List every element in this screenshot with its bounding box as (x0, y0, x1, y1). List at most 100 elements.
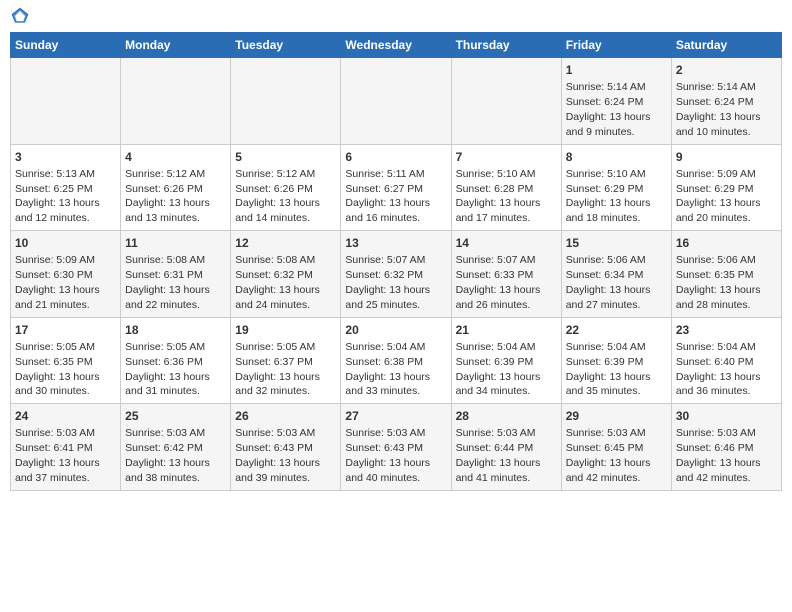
day-info: Sunrise: 5:06 AM Sunset: 6:35 PM Dayligh… (676, 254, 761, 311)
weekday-header-tuesday: Tuesday (231, 33, 341, 58)
day-number: 28 (456, 408, 557, 424)
weekday-header-friday: Friday (561, 33, 671, 58)
day-number: 29 (566, 408, 667, 424)
day-number: 16 (676, 235, 777, 251)
day-number: 5 (235, 149, 336, 165)
day-cell: 1Sunrise: 5:14 AM Sunset: 6:24 PM Daylig… (561, 58, 671, 145)
day-number: 22 (566, 322, 667, 338)
day-info: Sunrise: 5:14 AM Sunset: 6:24 PM Dayligh… (676, 81, 761, 138)
day-cell: 12 Sunrise: 5:08 AM Sunset: 6:32 PM Dayli… (231, 231, 341, 318)
day-cell: 4 Sunrise: 5:12 AM Sunset: 6:26 PM Daylig… (121, 144, 231, 231)
day-cell: 7 Sunrise: 5:10 AM Sunset: 6:28 PM Daylig… (451, 144, 561, 231)
logo (10, 10, 32, 26)
weekday-header-monday: Monday (121, 33, 231, 58)
day-info: Sunrise: 5:04 AM Sunset: 6:38 PM Dayligh… (345, 341, 430, 398)
day-number: 10 (15, 235, 116, 251)
day-info: Sunrise: 5:07 AM Sunset: 6:33 PM Dayligh… (456, 254, 541, 311)
day-number: 2 (676, 62, 777, 78)
day-cell (341, 58, 451, 145)
day-info: Sunrise: 5:07 AM Sunset: 6:32 PM Dayligh… (345, 254, 430, 311)
day-info: Sunrise: 5:08 AM Sunset: 6:32 PM Dayligh… (235, 254, 320, 311)
day-cell: 28 Sunrise: 5:03 AM Sunset: 6:44 PM Dayli… (451, 404, 561, 491)
day-cell: 6 Sunrise: 5:11 AM Sunset: 6:27 PM Daylig… (341, 144, 451, 231)
day-info: Sunrise: 5:12 AM Sunset: 6:26 PM Dayligh… (235, 168, 320, 225)
weekday-header-thursday: Thursday (451, 33, 561, 58)
day-cell: 8 Sunrise: 5:10 AM Sunset: 6:29 PM Daylig… (561, 144, 671, 231)
logo-icon (10, 6, 30, 26)
day-number: 17 (15, 322, 116, 338)
day-info: Sunrise: 5:03 AM Sunset: 6:44 PM Dayligh… (456, 427, 541, 484)
day-info: Sunrise: 5:10 AM Sunset: 6:28 PM Dayligh… (456, 168, 541, 225)
day-info: Sunrise: 5:06 AM Sunset: 6:34 PM Dayligh… (566, 254, 651, 311)
day-cell: 20 Sunrise: 5:04 AM Sunset: 6:38 PM Dayli… (341, 317, 451, 404)
day-cell: 5 Sunrise: 5:12 AM Sunset: 6:26 PM Daylig… (231, 144, 341, 231)
day-info: Sunrise: 5:11 AM Sunset: 6:27 PM Dayligh… (345, 168, 430, 225)
day-number: 18 (125, 322, 226, 338)
day-cell (451, 58, 561, 145)
day-info: Sunrise: 5:12 AM Sunset: 6:26 PM Dayligh… (125, 168, 210, 225)
day-info: Sunrise: 5:13 AM Sunset: 6:25 PM Dayligh… (15, 168, 100, 225)
day-info: Sunrise: 5:04 AM Sunset: 6:39 PM Dayligh… (566, 341, 651, 398)
weekday-header-sunday: Sunday (11, 33, 121, 58)
day-number: 20 (345, 322, 446, 338)
day-cell: 24Sunrise: 5:03 AM Sunset: 6:41 PM Dayli… (11, 404, 121, 491)
day-cell: 29Sunrise: 5:03 AM Sunset: 6:45 PM Dayli… (561, 404, 671, 491)
day-info: Sunrise: 5:10 AM Sunset: 6:29 PM Dayligh… (566, 168, 651, 225)
week-row-4: 17Sunrise: 5:05 AM Sunset: 6:35 PM Dayli… (11, 317, 782, 404)
week-row-2: 3 Sunrise: 5:13 AM Sunset: 6:25 PM Daylig… (11, 144, 782, 231)
day-number: 24 (15, 408, 116, 424)
day-info: Sunrise: 5:05 AM Sunset: 6:37 PM Dayligh… (235, 341, 320, 398)
day-number: 15 (566, 235, 667, 251)
week-row-3: 10Sunrise: 5:09 AM Sunset: 6:30 PM Dayli… (11, 231, 782, 318)
day-info: Sunrise: 5:03 AM Sunset: 6:46 PM Dayligh… (676, 427, 761, 484)
day-number: 11 (125, 235, 226, 251)
day-cell: 23Sunrise: 5:04 AM Sunset: 6:40 PM Dayli… (671, 317, 781, 404)
day-info: Sunrise: 5:03 AM Sunset: 6:43 PM Dayligh… (235, 427, 320, 484)
day-number: 30 (676, 408, 777, 424)
day-info: Sunrise: 5:03 AM Sunset: 6:43 PM Dayligh… (345, 427, 430, 484)
day-number: 19 (235, 322, 336, 338)
day-cell: 18 Sunrise: 5:05 AM Sunset: 6:36 PM Dayli… (121, 317, 231, 404)
day-number: 25 (125, 408, 226, 424)
day-cell: 10Sunrise: 5:09 AM Sunset: 6:30 PM Dayli… (11, 231, 121, 318)
day-cell: 17Sunrise: 5:05 AM Sunset: 6:35 PM Dayli… (11, 317, 121, 404)
day-info: Sunrise: 5:05 AM Sunset: 6:36 PM Dayligh… (125, 341, 210, 398)
day-number: 13 (345, 235, 446, 251)
day-cell: 3 Sunrise: 5:13 AM Sunset: 6:25 PM Daylig… (11, 144, 121, 231)
day-number: 1 (566, 62, 667, 78)
day-info: Sunrise: 5:08 AM Sunset: 6:31 PM Dayligh… (125, 254, 210, 311)
day-cell: 27 Sunrise: 5:03 AM Sunset: 6:43 PM Dayli… (341, 404, 451, 491)
day-number: 3 (15, 149, 116, 165)
day-info: Sunrise: 5:04 AM Sunset: 6:40 PM Dayligh… (676, 341, 761, 398)
day-number: 12 (235, 235, 336, 251)
day-cell: 15 Sunrise: 5:06 AM Sunset: 6:34 PM Dayli… (561, 231, 671, 318)
weekday-header-saturday: Saturday (671, 33, 781, 58)
weekday-header-row: SundayMondayTuesdayWednesdayThursdayFrid… (11, 33, 782, 58)
day-number: 27 (345, 408, 446, 424)
day-cell: 22 Sunrise: 5:04 AM Sunset: 6:39 PM Dayli… (561, 317, 671, 404)
day-cell (231, 58, 341, 145)
day-number: 6 (345, 149, 446, 165)
day-cell: 14Sunrise: 5:07 AM Sunset: 6:33 PM Dayli… (451, 231, 561, 318)
day-info: Sunrise: 5:09 AM Sunset: 6:29 PM Dayligh… (676, 168, 761, 225)
day-cell: 16 Sunrise: 5:06 AM Sunset: 6:35 PM Dayli… (671, 231, 781, 318)
day-info: Sunrise: 5:03 AM Sunset: 6:42 PM Dayligh… (125, 427, 210, 484)
day-info: Sunrise: 5:04 AM Sunset: 6:39 PM Dayligh… (456, 341, 541, 398)
day-number: 9 (676, 149, 777, 165)
day-number: 26 (235, 408, 336, 424)
day-number: 4 (125, 149, 226, 165)
calendar-table: SundayMondayTuesdayWednesdayThursdayFrid… (10, 32, 782, 491)
day-cell: 21 Sunrise: 5:04 AM Sunset: 6:39 PM Dayli… (451, 317, 561, 404)
day-number: 8 (566, 149, 667, 165)
week-row-5: 24Sunrise: 5:03 AM Sunset: 6:41 PM Dayli… (11, 404, 782, 491)
day-cell (11, 58, 121, 145)
day-cell (121, 58, 231, 145)
day-cell: 13 Sunrise: 5:07 AM Sunset: 6:32 PM Dayli… (341, 231, 451, 318)
day-cell: 9 Sunrise: 5:09 AM Sunset: 6:29 PM Daylig… (671, 144, 781, 231)
day-cell: 25 Sunrise: 5:03 AM Sunset: 6:42 PM Dayli… (121, 404, 231, 491)
day-number: 7 (456, 149, 557, 165)
day-cell: 26 Sunrise: 5:03 AM Sunset: 6:43 PM Dayli… (231, 404, 341, 491)
day-cell: 30 Sunrise: 5:03 AM Sunset: 6:46 PM Dayli… (671, 404, 781, 491)
weekday-header-wednesday: Wednesday (341, 33, 451, 58)
day-number: 21 (456, 322, 557, 338)
